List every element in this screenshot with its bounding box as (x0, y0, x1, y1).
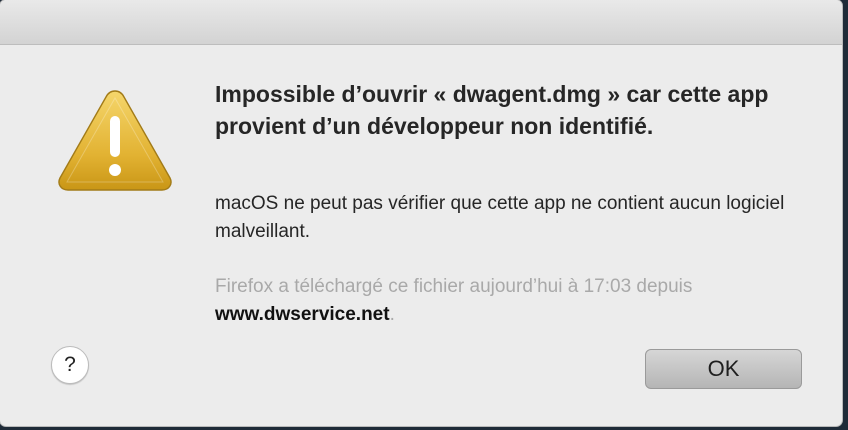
ok-button[interactable]: OK (645, 349, 802, 389)
help-button[interactable]: ? (51, 346, 89, 384)
download-info: Firefox a téléchargé ce fichier aujourd’… (215, 273, 800, 329)
warning-icon (58, 90, 172, 191)
alert-dialog: Impossible d’ouvrir « dwagent.dmg » car … (0, 0, 842, 426)
download-source-domain: www.dwservice.net (215, 304, 390, 325)
ok-button-label: OK (707, 356, 740, 381)
dialog-titlebar (0, 0, 842, 45)
dialog-title: Impossible d’ouvrir « dwagent.dmg » car … (215, 81, 769, 139)
help-icon: ? (64, 353, 76, 376)
download-info-text: Firefox a téléchargé ce fichier aujourd’… (215, 276, 693, 297)
dialog-message: macOS ne peut pas vérifier que cette app… (215, 193, 785, 242)
download-info-period: . (389, 304, 395, 325)
